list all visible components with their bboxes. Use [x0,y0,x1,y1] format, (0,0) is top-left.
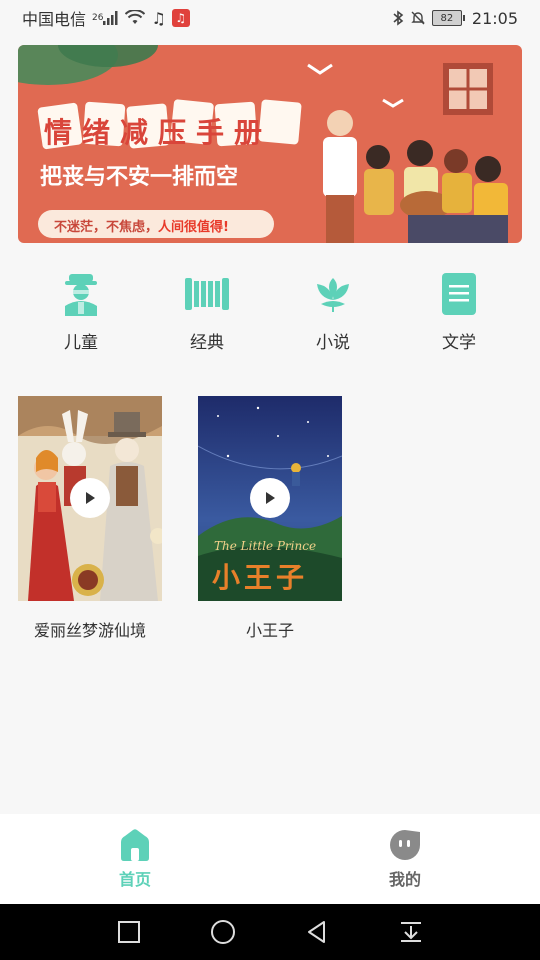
pull-down-icon [401,922,421,942]
category-grid: 儿童 经典 小说 文学 [0,272,540,356]
battery-level: 82 [440,12,454,24]
clock: 21:05 [471,8,518,28]
play-button[interactable] [70,478,110,518]
music-note-icon: ♫ [151,8,166,28]
nav-mine[interactable]: 我的 [270,814,540,904]
book-card-alice[interactable]: 爱丽丝梦游仙境 [18,396,162,641]
play-button[interactable] [250,478,290,518]
status-bar: 中国电信 26 ♫ ♫ 82 21:05 [0,0,540,36]
banner-tagline-prefix: 不迷茫，不焦虑， [54,220,159,235]
banner-tagline-highlight: 人间很值得! [158,220,229,235]
mute-bell-icon [410,10,426,26]
book-title: 小王子 [245,621,294,640]
category-children[interactable]: 儿童 [18,272,144,356]
profile-icon [390,830,420,860]
lotus-icon [311,272,355,316]
recent-apps-button[interactable] [112,915,146,949]
category-label: 儿童 [64,333,98,353]
child-icon [59,272,103,316]
home-icon [121,829,149,861]
banner-title: 情绪减压手册 [44,116,273,149]
home-button[interactable] [206,915,240,949]
category-label: 小说 [316,333,350,353]
square-icon [118,921,140,943]
notification-pull-button[interactable] [394,915,428,949]
cover-title-en: The Little Prince [214,539,317,553]
book-title: 爱丽丝梦游仙境 [33,621,146,640]
bluetooth-icon [392,10,404,26]
play-icon [266,492,275,504]
document-icon [437,272,481,316]
category-novel[interactable]: 小说 [270,272,396,356]
banner-subtitle: 把丧与不安一排而空 [40,165,239,190]
book-card-little-prince[interactable]: The Little Prince 小王子 小王子 [198,396,342,641]
nav-home[interactable]: 首页 [0,814,270,904]
nav-home-label: 首页 [118,870,151,889]
back-button[interactable] [300,915,334,949]
bottom-nav: 首页 我的 [0,814,540,904]
circle-icon [211,920,235,944]
promo-banner[interactable]: 情绪减压手册 把丧与不安一排而空 不迷茫，不焦虑，人间很值得! [18,45,522,243]
signal-icon: 26 [92,11,119,25]
category-label: 文学 [442,333,476,353]
book-cover-little-prince[interactable]: The Little Prince 小王子 [198,396,342,601]
nav-mine-label: 我的 [388,870,421,889]
cover-title-cn: 小王子 [212,561,309,594]
category-label: 经典 [190,333,224,353]
system-nav-bar [0,904,540,960]
music-app-icon: ♫ [171,9,190,27]
category-literature[interactable]: 文学 [396,272,522,356]
wifi-icon [125,10,146,26]
network-label: 26 [92,13,104,23]
category-classic[interactable]: 经典 [144,272,270,356]
back-triangle-icon [308,921,325,943]
carrier-label: 中国电信 [22,10,87,29]
play-icon [86,492,95,504]
book-cover-alice[interactable] [18,396,162,601]
scroll-icon [185,272,229,316]
banner-tagline: 不迷茫，不焦虑，人间很值得! [54,216,229,235]
battery-icon: 82 [431,10,465,26]
